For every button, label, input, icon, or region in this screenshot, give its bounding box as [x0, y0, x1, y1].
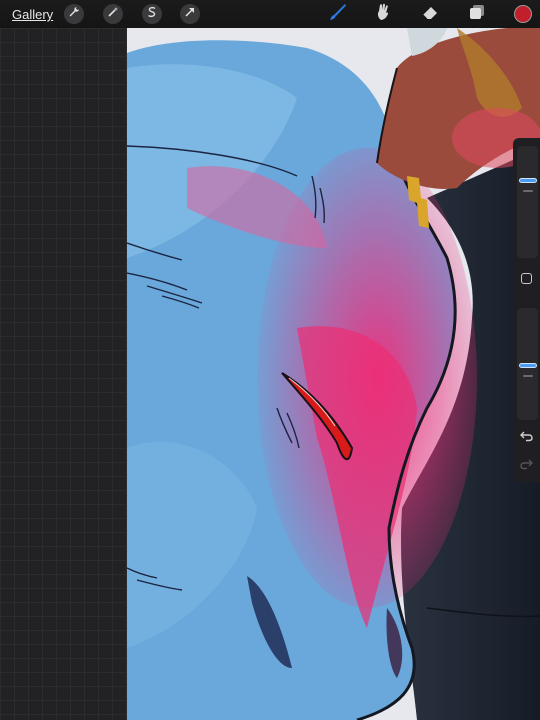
top-toolbar: Gallery	[0, 0, 540, 28]
smudge-icon	[373, 2, 393, 27]
brush-size-slider[interactable]	[517, 146, 538, 258]
drawing-canvas[interactable]	[127, 28, 540, 720]
color-picker-button[interactable]	[514, 5, 532, 23]
wrench-icon	[68, 5, 80, 23]
smudge-tool-button[interactable]	[372, 3, 394, 25]
adjustments-button[interactable]	[103, 4, 123, 24]
eraser-tool-button[interactable]	[419, 3, 441, 25]
brush-size-marker	[523, 190, 533, 192]
modify-button[interactable]	[521, 273, 532, 284]
opacity-marker	[523, 375, 533, 377]
eraser-icon	[420, 2, 440, 27]
transform-arrow-icon	[184, 5, 196, 23]
layers-button[interactable]	[466, 3, 488, 25]
magic-wand-icon	[107, 5, 119, 23]
brush-size-thumb[interactable]	[519, 178, 537, 183]
artwork	[127, 28, 540, 720]
opacity-slider[interactable]	[517, 308, 538, 420]
redo-button[interactable]	[519, 456, 534, 471]
selection-button[interactable]	[142, 4, 162, 24]
transform-button[interactable]	[180, 4, 200, 24]
brush-tool-button[interactable]	[327, 3, 349, 25]
opacity-thumb[interactable]	[519, 363, 537, 368]
undo-button[interactable]	[519, 428, 534, 443]
layers-icon	[467, 2, 487, 27]
actions-button[interactable]	[64, 4, 84, 24]
gallery-button[interactable]: Gallery	[12, 7, 53, 22]
selection-s-icon	[146, 5, 158, 23]
side-toolbar	[513, 138, 540, 482]
undo-icon	[519, 430, 534, 447]
brush-icon	[328, 2, 348, 27]
redo-icon	[519, 458, 534, 475]
